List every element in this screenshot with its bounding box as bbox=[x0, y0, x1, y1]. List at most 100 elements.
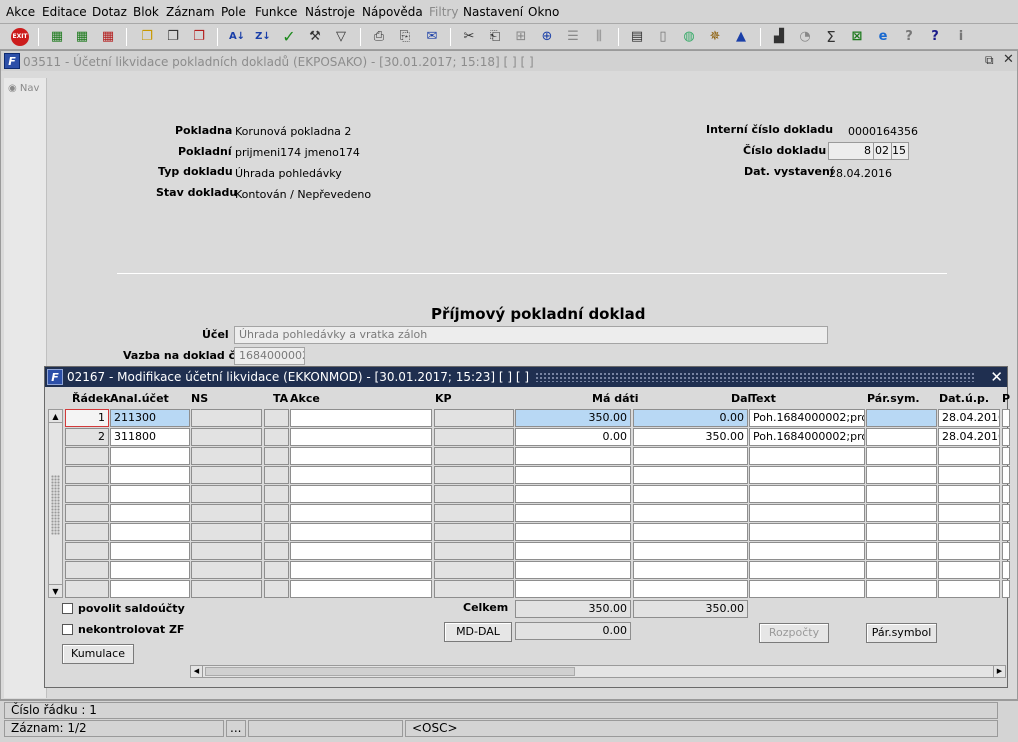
grid-cell-dal[interactable] bbox=[633, 580, 748, 598]
grid-cell-text[interactable] bbox=[749, 485, 865, 503]
grid-cell-text[interactable] bbox=[749, 542, 865, 560]
grid-cell-p[interactable] bbox=[1002, 580, 1010, 598]
grid-cell-dal[interactable] bbox=[633, 523, 748, 541]
mountain-icon[interactable]: ▲ bbox=[731, 27, 751, 47]
grid-cell-text[interactable]: Poh.1684000002;proná bbox=[749, 409, 865, 427]
grid-cell-par[interactable] bbox=[866, 542, 937, 560]
delete-record-icon[interactable]: ❐ bbox=[189, 27, 209, 47]
wrench-icon[interactable]: ⚒ bbox=[305, 27, 325, 47]
grid-cell-ma[interactable]: 0.00 bbox=[515, 428, 631, 446]
menu-funkce[interactable]: Funkce bbox=[255, 5, 297, 19]
grid-cell-anal[interactable] bbox=[110, 504, 190, 522]
menu-nastaveni[interactable]: Nastavení bbox=[463, 5, 523, 19]
paste-icon[interactable]: ⎗ bbox=[485, 27, 505, 47]
grid-cell-anal[interactable]: 311800 bbox=[110, 428, 190, 446]
grid-cell-text[interactable] bbox=[749, 466, 865, 484]
grid-cell-dat[interactable] bbox=[938, 504, 1000, 522]
paste-record-icon[interactable]: ❐ bbox=[163, 27, 183, 47]
grid-cell-ma[interactable] bbox=[515, 447, 631, 465]
grid-cell-p[interactable] bbox=[1002, 504, 1010, 522]
grid-cell-dat[interactable] bbox=[938, 466, 1000, 484]
grid-cell-akce[interactable] bbox=[290, 447, 432, 465]
grid-cell-par[interactable] bbox=[866, 523, 937, 541]
grid-cell-anal[interactable] bbox=[110, 561, 190, 579]
grid-cell-dal[interactable]: 350.00 bbox=[633, 428, 748, 446]
restore-icon[interactable]: ⧉ bbox=[985, 53, 994, 68]
grid-cell-dat[interactable] bbox=[938, 561, 1000, 579]
grid-cell-akce[interactable] bbox=[290, 561, 432, 579]
grid-cell-akce[interactable] bbox=[290, 523, 432, 541]
grid-cell-dat[interactable] bbox=[938, 580, 1000, 598]
list-icon[interactable]: ☰ bbox=[563, 27, 583, 47]
grid-cell-p[interactable] bbox=[1002, 428, 1010, 446]
grid-cell-ma[interactable] bbox=[515, 523, 631, 541]
cislo-dokladu-part1[interactable]: 8 bbox=[828, 142, 874, 160]
grid-cell-anal[interactable] bbox=[110, 466, 190, 484]
scroll-thumb[interactable] bbox=[205, 667, 575, 676]
grid-cell-par[interactable] bbox=[866, 428, 937, 446]
grid-cell-text[interactable] bbox=[749, 523, 865, 541]
table-save-icon[interactable]: ▦ bbox=[72, 27, 92, 47]
grid-cell-p[interactable] bbox=[1002, 523, 1010, 541]
grid-cell-anal[interactable]: 211300 bbox=[110, 409, 190, 427]
grid-cell-dat[interactable]: 28.04.2016 bbox=[938, 409, 1000, 427]
grid-cell-par[interactable] bbox=[866, 561, 937, 579]
grid-cell-ma[interactable] bbox=[515, 542, 631, 560]
par-symbol-button[interactable]: Pár.symbol bbox=[866, 623, 937, 643]
grid-cell-text[interactable] bbox=[749, 504, 865, 522]
menu-filtry[interactable]: Filtry bbox=[429, 5, 458, 19]
scroll-up-icon[interactable]: ▲ bbox=[49, 410, 62, 423]
globe-icon[interactable]: ◍ bbox=[679, 27, 699, 47]
copy-record-icon[interactable]: ❐ bbox=[137, 27, 157, 47]
menu-akce[interactable]: Akce bbox=[6, 5, 35, 19]
help-icon[interactable]: ? bbox=[899, 27, 919, 47]
menu-dotaz[interactable]: Dotaz bbox=[92, 5, 127, 19]
grid-cell-akce[interactable] bbox=[290, 466, 432, 484]
grid-cell-anal[interactable] bbox=[110, 485, 190, 503]
vazba-field[interactable]: 1684000002 bbox=[234, 347, 305, 365]
zoom-icon[interactable]: ⊕ bbox=[537, 27, 557, 47]
grid-cell-dal[interactable]: 0.00 bbox=[633, 409, 748, 427]
grid-cell-dat[interactable]: 28.04.2016 bbox=[938, 428, 1000, 446]
table-add-icon[interactable]: ▦ bbox=[47, 27, 67, 47]
grid-cell-par[interactable] bbox=[866, 447, 937, 465]
menu-nastroje[interactable]: Nástroje bbox=[305, 5, 355, 19]
exit-button[interactable]: EXIT bbox=[11, 28, 29, 46]
kumulace-button[interactable]: Kumulace bbox=[62, 644, 134, 664]
excel-icon[interactable]: ⊠ bbox=[847, 27, 867, 47]
context-help-icon[interactable]: ? bbox=[925, 27, 945, 47]
cislo-dokladu-part2[interactable]: 02 bbox=[873, 142, 892, 160]
gauge-icon[interactable]: ◔ bbox=[795, 27, 815, 47]
sort-desc-icon[interactable]: Z↓ bbox=[253, 27, 273, 47]
grid-cell-akce[interactable] bbox=[290, 504, 432, 522]
mail-icon[interactable]: ✉ bbox=[422, 27, 442, 47]
cut-icon[interactable]: ✂ bbox=[459, 27, 479, 47]
grid-cell-anal[interactable] bbox=[110, 523, 190, 541]
grid-cell-p[interactable] bbox=[1002, 561, 1010, 579]
columns-icon[interactable]: ⫼ bbox=[589, 27, 609, 47]
scroll-left-icon[interactable]: ◀ bbox=[191, 666, 203, 677]
ucel-field[interactable]: Úhrada pohledávky a vratka záloh bbox=[234, 326, 828, 344]
grid-cell-akce[interactable] bbox=[290, 428, 432, 446]
menu-pole[interactable]: Pole bbox=[221, 5, 246, 19]
grid-cell-akce[interactable] bbox=[290, 542, 432, 560]
grid-cell-dal[interactable] bbox=[633, 561, 748, 579]
scroll-grip[interactable] bbox=[51, 475, 60, 535]
grid-cell-akce[interactable] bbox=[290, 485, 432, 503]
sum-icon[interactable]: Σ bbox=[821, 27, 841, 47]
grid-cell-akce[interactable] bbox=[290, 409, 432, 427]
close-icon[interactable]: ✕ bbox=[990, 368, 1003, 386]
grid-cell-p[interactable] bbox=[1002, 447, 1010, 465]
grid-cell-text[interactable] bbox=[749, 580, 865, 598]
sort-asc-icon[interactable]: A↓ bbox=[227, 27, 247, 47]
grid-cell-text[interactable] bbox=[749, 447, 865, 465]
calendar-icon[interactable]: ▤ bbox=[627, 27, 647, 47]
nekontrolovat-zf-checkbox[interactable] bbox=[62, 624, 73, 635]
print-icon[interactable]: ⎙ bbox=[369, 27, 389, 47]
grid-cell-dat[interactable] bbox=[938, 485, 1000, 503]
grid-cell-akce[interactable] bbox=[290, 580, 432, 598]
ie-icon[interactable]: e bbox=[873, 27, 893, 47]
grid-cell-ma[interactable] bbox=[515, 580, 631, 598]
grid-cell-ma[interactable] bbox=[515, 504, 631, 522]
scroll-right-icon[interactable]: ▶ bbox=[993, 666, 1005, 677]
